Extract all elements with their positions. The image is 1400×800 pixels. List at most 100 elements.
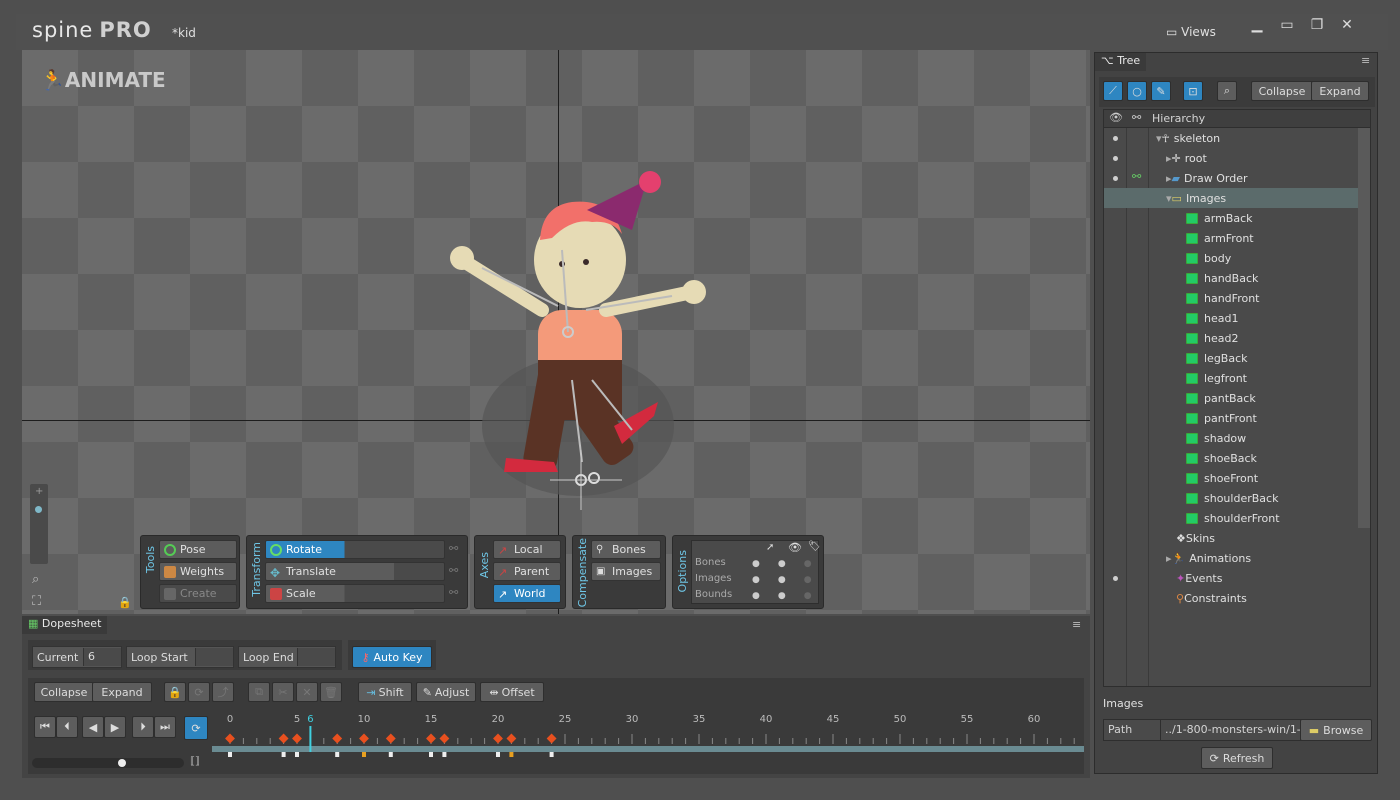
search-tree-icon[interactable]: ⌕ (1217, 81, 1237, 101)
tree-node-images[interactable]: ▾ ▭ Images (1104, 188, 1358, 208)
local-axes-button[interactable]: ↗ Local (493, 540, 561, 559)
options-toggles[interactable]: ●●● ●●● ●●● (752, 559, 818, 603)
translate-tool-button[interactable]: ✥ Translate (265, 562, 445, 581)
views-menu[interactable]: ▭ Views (1166, 25, 1216, 39)
dopesheet-collapse-button[interactable]: Collapse (34, 682, 94, 702)
bone-filter-icon[interactable]: ⟋ (1103, 81, 1123, 101)
browse-button[interactable]: ▬ Browse (1300, 719, 1372, 741)
tree-node-constraints[interactable]: ⚲ Constraints (1104, 588, 1358, 608)
slot-filter-icon[interactable]: ○ (1127, 81, 1147, 101)
remove-icon[interactable]: ✕ (296, 682, 318, 702)
prev-key-icon[interactable]: ⏴ (56, 716, 78, 738)
zoom-handle[interactable] (35, 506, 42, 513)
loop-start-field[interactable]: Loop Start (126, 646, 234, 668)
delete-icon[interactable]: 🗑 (320, 682, 342, 702)
tree-scrollbar[interactable] (1358, 128, 1370, 528)
loop-icon[interactable]: ⟳ (188, 682, 210, 702)
focus-icon[interactable]: ⊡ (1183, 81, 1203, 101)
scale-chain-icon[interactable]: ⚯ (449, 586, 458, 599)
attachment-filter-icon[interactable]: ✎ (1151, 81, 1171, 101)
panel-menu-icon[interactable]: ≡ (1361, 54, 1370, 67)
scale-tool-button[interactable]: Scale (265, 584, 445, 603)
offset-button[interactable]: ⇹ Offset (480, 682, 544, 702)
editor-viewport[interactable]: 🏃ANIMATE + ⌕ ⛶ 🔒 Tools Pose Weights Crea… (22, 50, 1090, 614)
skeleton-character[interactable] (422, 110, 722, 510)
dopesheet-menu-icon[interactable]: ≡ (1072, 618, 1081, 631)
dopesheet-expand-button[interactable]: Expand (92, 682, 152, 702)
bones-icon: ⚲ (596, 543, 604, 555)
tree-node-image[interactable]: shadow (1104, 428, 1358, 448)
lock-icon[interactable]: 🔒 (118, 596, 132, 609)
next-key-icon[interactable]: ⏵ (132, 716, 154, 738)
zoom-in-icon[interactable]: + (35, 486, 43, 497)
current-frame-input[interactable]: 6 (83, 648, 121, 666)
compensate-bones-button[interactable]: ⚲ Bones (591, 540, 661, 559)
tree-node-image[interactable]: head1 (1104, 308, 1358, 328)
weights-tool-button[interactable]: Weights (159, 562, 237, 581)
tree-node-skins[interactable]: ❖ Skins (1104, 528, 1358, 548)
tree-node-image[interactable]: legBack (1104, 348, 1358, 368)
curve-icon[interactable]: ⤴ (212, 682, 234, 702)
current-frame-field[interactable]: Current 6 (32, 646, 122, 668)
tree-node-image[interactable]: handFront (1104, 288, 1358, 308)
shift-button[interactable]: ⇥ Shift (358, 682, 412, 702)
lock-keys-icon[interactable]: 🔒 (164, 682, 186, 702)
timeline-zoom-handle[interactable] (118, 759, 126, 767)
adjust-button[interactable]: ✎ Adjust (416, 682, 476, 702)
play-reverse-icon[interactable]: ◀ (82, 716, 104, 738)
tree-node-image[interactable]: shoeBack (1104, 448, 1358, 468)
fit-timeline-icon[interactable]: ⟦⟧ (190, 756, 200, 767)
loop-playback-icon[interactable]: ⟳ (184, 716, 208, 740)
timeline[interactable]: 0 5 10 15 20 25 30 35 40 45 50 55 60 6 (212, 708, 1084, 758)
timeline-zoom-slider[interactable] (32, 758, 184, 768)
tree-node-image[interactable]: shoulderFront (1104, 508, 1358, 528)
tab-dopesheet[interactable]: ▦ Dopesheet (22, 616, 108, 634)
tree-node-skeleton[interactable]: ▾ ☥ skeleton (1104, 128, 1358, 148)
pose-tool-button[interactable]: Pose (159, 540, 237, 559)
world-axes-icon: ↗ (498, 587, 508, 601)
tree-node-animations[interactable]: ▸ 🏃 Animations (1104, 548, 1358, 568)
tree-node-image[interactable]: pantFront (1104, 408, 1358, 428)
copy-icon[interactable]: ⧉ (248, 682, 270, 702)
tree-node-image[interactable]: pantBack (1104, 388, 1358, 408)
magnifier-icon[interactable]: ⌕ (32, 572, 39, 587)
tree-node-image[interactable]: shoulderBack (1104, 488, 1358, 508)
close-button[interactable]: ✕ (1332, 14, 1362, 36)
play-icon[interactable]: ▶ (104, 716, 126, 738)
image-attachment-icon (1186, 332, 1198, 344)
path-input[interactable]: ../1-800-monsters-win/1- (1160, 720, 1300, 740)
tree-node-draw-order[interactable]: ⚯ ▸ ▰ Draw Order (1104, 168, 1358, 188)
tree-node-image[interactable]: head2 (1104, 328, 1358, 348)
translate-chain-icon[interactable]: ⚯ (449, 564, 458, 577)
refresh-button[interactable]: ⟳ Refresh (1201, 747, 1273, 769)
first-frame-icon[interactable]: ⏮ (34, 716, 56, 738)
create-tool-button[interactable]: Create (159, 584, 237, 603)
tree-node-events[interactable]: ✦ Events (1104, 568, 1358, 588)
compensate-images-button[interactable]: ▣ Images (591, 562, 661, 581)
tree-node-image[interactable]: armBack (1104, 208, 1358, 228)
fit-view-icon[interactable]: ⛶ (32, 594, 41, 609)
loop-end-field[interactable]: Loop End (238, 646, 336, 668)
tree-node-root[interactable]: ▸ ✛ root (1104, 148, 1358, 168)
world-axes-button[interactable]: ↗ World (493, 584, 561, 603)
tree-node-image[interactable]: handBack (1104, 268, 1358, 288)
tree-node-image[interactable]: body (1104, 248, 1358, 268)
hierarchy-tree[interactable]: 👁 ⚯ Hierarchy ▾ ☥ skeleton ▸ ✛ root ⚯ ▸ ▰ Dr… (1103, 109, 1371, 687)
tree-node-image[interactable]: legfront (1104, 368, 1358, 388)
minimize-button[interactable]: ▁ (1242, 14, 1272, 36)
rotate-tool-button[interactable]: Rotate (265, 540, 445, 559)
keyframe-track-marker (295, 752, 299, 757)
tab-tree[interactable]: ⌥ Tree (1095, 53, 1147, 71)
cut-icon[interactable]: ✂ (272, 682, 294, 702)
restore-button[interactable]: ❐ (1302, 14, 1332, 36)
auto-key-button[interactable]: ⚷ Auto Key (352, 646, 432, 668)
tree-node-image[interactable]: armFront (1104, 228, 1358, 248)
maximize-button[interactable]: ▭ (1272, 14, 1302, 36)
last-frame-icon[interactable]: ⏭ (154, 716, 176, 738)
tree-collapse-button[interactable]: Collapse (1251, 81, 1313, 101)
rotate-chain-icon[interactable]: ⚯ (449, 542, 458, 555)
zoom-slider[interactable]: + (30, 484, 48, 564)
tree-expand-button[interactable]: Expand (1311, 81, 1369, 101)
tree-node-image[interactable]: shoeFront (1104, 468, 1358, 488)
parent-axes-button[interactable]: ↗ Parent (493, 562, 561, 581)
